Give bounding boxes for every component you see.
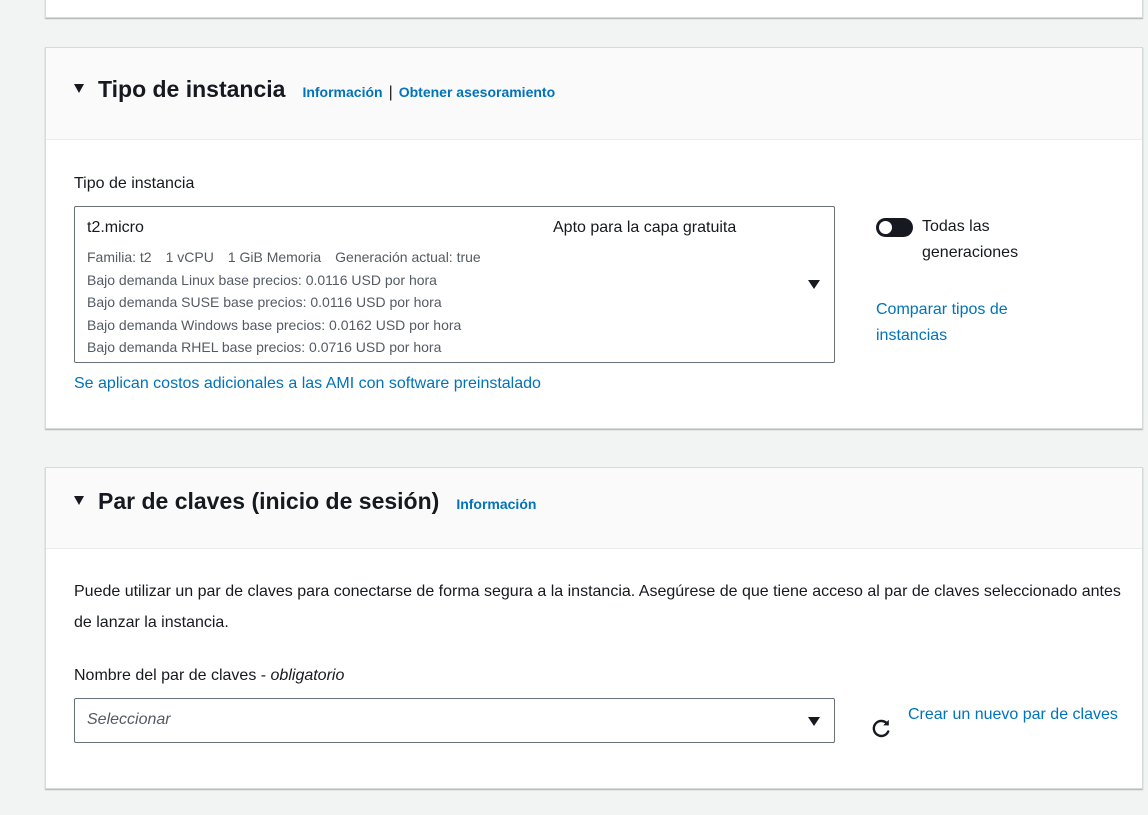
instance-type-field-label: Tipo de instancia (74, 175, 195, 192)
required-label: obligatorio (270, 667, 345, 684)
all-generations-label[interactable]: Todas las generaciones (922, 214, 1062, 266)
get-advice-link[interactable]: Obtener asesoramiento (399, 84, 555, 100)
instance-family: Familia: t2 (87, 249, 152, 265)
key-pair-panel: Par de claves (inicio de sesión) Informa… (45, 467, 1143, 789)
ami-additional-costs-link[interactable]: Se aplican costos adicionales a las AMI … (74, 371, 541, 397)
instance-specs: Familia: t2 1 vCPU 1 GiB Memoria Generación… (87, 246, 495, 269)
instance-details: Familia: t2 1 vCPU 1 GiB Memoria Generación… (87, 246, 495, 359)
compare-instance-types-link[interactable]: Comparar tipos de instancias (876, 297, 1066, 349)
selected-instance-name: t2.micro (87, 219, 144, 236)
pricing-suse: Bajo demanda SUSE base precios: 0.0116 U… (87, 294, 442, 310)
collapse-caret-icon[interactable] (74, 496, 84, 505)
all-generations-toggle-group: Todas las generaciones (876, 214, 1062, 266)
toggle-knob-icon (879, 221, 892, 234)
key-pair-description: Puede utilizar un par de claves para con… (74, 583, 1121, 631)
instance-vcpu: 1 vCPU (165, 249, 214, 265)
pricing-rhel: Bajo demanda RHEL base precios: 0.0716 U… (87, 339, 442, 355)
instance-generation: Generación actual: true (335, 249, 481, 265)
caret-down-icon (808, 280, 820, 289)
instance-type-header: Tipo de instancia Información | Obtener … (46, 48, 1142, 140)
free-tier-label: Apto para la capa gratuita (553, 219, 737, 236)
key-pair-placeholder: Seleccionar (87, 711, 171, 728)
instance-type-title[interactable]: Tipo de instancia (98, 76, 285, 103)
all-generations-toggle[interactable] (876, 218, 913, 237)
key-pair-name-label: Nombre del par de claves - obligatorio (74, 667, 344, 685)
header-separator: | (388, 84, 393, 101)
key-pair-info-link[interactable]: Información (456, 496, 536, 512)
collapse-caret-icon[interactable] (74, 84, 84, 93)
key-pair-select[interactable]: Seleccionar (74, 698, 835, 743)
instance-type-info-link[interactable]: Información (302, 84, 382, 100)
pricing-windows: Bajo demanda Windows base precios: 0.016… (87, 316, 462, 333)
caret-down-icon (808, 717, 820, 726)
create-key-pair-link[interactable]: Crear un nuevo par de claves (908, 702, 1118, 728)
key-pair-name-label-text: Nombre del par de claves - (74, 667, 271, 684)
instance-type-panel: Tipo de instancia Información | Obtener … (45, 47, 1143, 429)
key-pair-title[interactable]: Par de claves (inicio de sesión) (98, 488, 439, 515)
previous-section-panel (45, 0, 1143, 18)
pricing-linux: Bajo demanda Linux base precios: 0.0116 … (87, 271, 437, 288)
instance-memory: 1 GiB Memoria (227, 249, 322, 265)
key-pair-header: Par de claves (inicio de sesión) Informa… (46, 468, 1142, 549)
instance-type-select[interactable]: t2.micro Apto para la capa gratuita Fami… (74, 206, 835, 363)
refresh-icon[interactable] (869, 716, 893, 740)
